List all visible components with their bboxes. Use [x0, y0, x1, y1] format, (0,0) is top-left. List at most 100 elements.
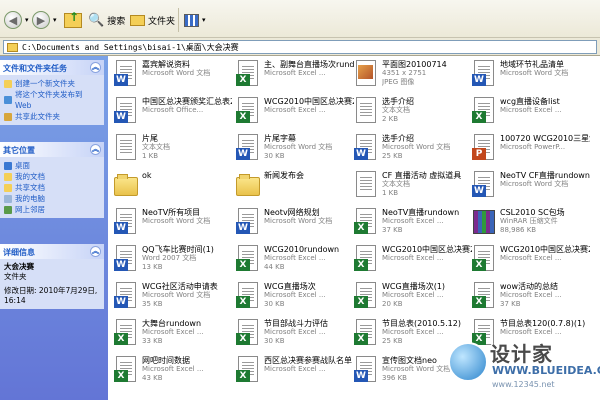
file-item[interactable]: W中国区总决赛颁奖汇总表20100709Microsoft Office...	[114, 97, 232, 127]
collapse-chevron-icon[interactable]: ︽	[90, 62, 101, 73]
file-tasks-panel: 文件和文件夹任务 ︽ 创建一个新文件夹 将这个文件夹发布到 Web 共享此文件夹	[0, 60, 104, 125]
file-item[interactable]: X 西区总决赛参赛战队名单 Microsoft Excel ...	[236, 356, 354, 386]
task-pane: 文件和文件夹任务 ︽ 创建一个新文件夹 将这个文件夹发布到 Web 共享此文件夹…	[0, 56, 108, 400]
file-name: 大舞台rundown	[142, 319, 202, 328]
file-name: NeoTV所有项目	[142, 208, 201, 217]
file-type: Word 2007 文档	[142, 254, 197, 262]
file-item[interactable]: X WCG直播场次(1) Microsoft Excel ... 20 KB	[354, 282, 472, 312]
file-size: 1 KB	[382, 189, 399, 197]
address-field[interactable]: C:\Documents and Settings\bisai-1\桌面\大会决…	[3, 40, 597, 54]
file-item[interactable]: W 地域环节礼品清单 Microsoft Word 文档	[472, 60, 590, 90]
file-item[interactable]: 新闻发布会	[236, 171, 354, 201]
file-name: NeoTV CF直播rundown+直播注意事项	[500, 171, 590, 180]
file-size: 2 KB	[382, 115, 399, 123]
file-item[interactable]: ok	[114, 171, 232, 201]
task-new-folder[interactable]: 创建一个新文件夹	[4, 78, 100, 89]
file-item[interactable]: W WCG社区活动申请表 Microsoft Word 文档 35 KB	[114, 282, 232, 312]
file-name: 网吧时间数据	[142, 356, 190, 365]
forward-button[interactable]: ▶ ▾	[32, 9, 57, 31]
file-meta: 大舞台rundown Microsoft Excel ... 33 KB	[142, 319, 232, 346]
file-item[interactable]: W Neotv网络规划 Microsoft Word 文档	[236, 208, 354, 238]
place-label: 我的电脑	[15, 194, 45, 203]
excel-spreadsheet-icon: X	[236, 245, 260, 273]
up-folder-button[interactable]	[64, 9, 82, 31]
file-item[interactable]: 选手介绍 文本文档 2 KB	[354, 97, 472, 127]
file-type: 文本文档	[382, 106, 410, 114]
file-item[interactable]: X WCG2010rundown Microsoft Excel ... 44 KB	[236, 245, 354, 275]
shared-documents-icon	[4, 183, 12, 192]
file-item[interactable]: 片尾 文本文档 1 KB	[114, 134, 232, 164]
new-folder-icon	[4, 79, 12, 88]
details-header[interactable]: 详细信息 ︽	[0, 244, 104, 259]
back-button[interactable]: ◀ ▾	[4, 9, 29, 31]
file-meta: WCG2010中国区总决赛20100721流程Microsoft Excel .…	[264, 97, 354, 115]
place-shared-documents[interactable]: 共享文档	[4, 182, 100, 193]
file-item[interactable]: WNeoTV CF直播rundown+直播注意事项Microsoft Word …	[472, 171, 590, 201]
file-meta: 平面图20100714 4351 x 2751 JPEG 图像	[382, 60, 472, 87]
file-meta: 选手介绍 Microsoft Word 文档 25 KB	[382, 134, 472, 161]
file-item[interactable]: XWCG2010中国区总决赛20100721流程Microsoft Excel …	[236, 97, 354, 127]
file-item[interactable]: XWCG2010中国区总决赛20100709流程Microsoft Excel …	[472, 245, 590, 275]
file-item[interactable]: CSL2010 SC包场 WinRAR 压缩文件 88,986 KB	[472, 208, 590, 238]
powerpoint-icon: P	[472, 134, 496, 162]
excel-spreadsheet-icon: X	[354, 282, 378, 310]
file-meta: WCG直播场次 Microsoft Excel ... 30 KB	[264, 282, 354, 309]
collapse-chevron-icon[interactable]: ︽	[90, 246, 101, 257]
file-item[interactable]: X NeoTV直播rundown Microsoft Excel ... 37 KB	[354, 208, 472, 238]
collapse-chevron-icon[interactable]: ︽	[90, 144, 101, 155]
word-document-icon: W	[114, 60, 138, 88]
place-desktop[interactable]: 桌面	[4, 160, 100, 171]
file-size: 30 KB	[264, 337, 285, 345]
file-meta: 地域环节礼品清单 Microsoft Word 文档	[500, 60, 590, 78]
file-item[interactable]: 平面图20100714 4351 x 2751 JPEG 图像	[354, 60, 472, 90]
file-item[interactable]: X 网吧时间数据 Microsoft Excel ... 43 KB	[114, 356, 232, 386]
file-name: WCG2010中国区总决赛20100709流程	[500, 245, 590, 254]
file-name: 主、副舞台直播场次rundown	[264, 60, 354, 69]
file-name: 地域环节礼品清单	[500, 60, 564, 69]
file-name: WCG社区活动申请表	[142, 282, 218, 291]
file-item[interactable]: X主、副舞台直播场次rundownMicrosoft Excel ...	[236, 60, 354, 90]
file-name: WCG2010中国区总决赛20100721流程	[264, 97, 354, 106]
file-tasks-header[interactable]: 文件和文件夹任务 ︽	[0, 60, 104, 75]
file-item[interactable]: X 大舞台rundown Microsoft Excel ... 33 KB	[114, 319, 232, 349]
place-my-computer[interactable]: 我的电脑	[4, 193, 100, 204]
file-name: NeoTV直播rundown	[382, 208, 460, 217]
folders-button[interactable]: 文件夹	[130, 9, 175, 31]
file-type: Microsoft Word 文档	[264, 143, 333, 151]
file-meta: wcg直播设备list Microsoft Excel ...	[500, 97, 590, 115]
file-item[interactable]: X 节目部战斗力评估 Microsoft Excel ... 30 KB	[236, 319, 354, 349]
file-item[interactable]: Xwcg直播设备list Microsoft Excel ...	[472, 97, 590, 127]
other-places-header[interactable]: 其它位置 ︽	[0, 142, 104, 157]
file-type: 4351 x 2751	[382, 69, 427, 77]
views-button[interactable]: ▾	[184, 9, 206, 31]
file-item[interactable]: W QQ飞车比赛时间(1) Word 2007 文档 13 KB	[114, 245, 232, 275]
file-name: 节目总表(2010.5.12)	[382, 319, 461, 328]
file-type: Microsoft Excel ...	[264, 254, 326, 262]
file-type: Microsoft Excel ...	[382, 291, 444, 299]
file-size: 37 KB	[500, 300, 521, 308]
address-bar: C:\Documents and Settings\bisai-1\桌面\大会决…	[0, 38, 600, 56]
file-meta: WCG2010中国区总决赛20100709流程Microsoft Excel .…	[500, 245, 590, 263]
file-meta: 主、副舞台直播场次rundownMicrosoft Excel ...	[264, 60, 354, 78]
file-item[interactable]: W 选手介绍 Microsoft Word 文档 25 KB	[354, 134, 472, 164]
watermark-url: www.12345.net	[492, 380, 555, 389]
file-type: Microsoft Excel ...	[142, 365, 204, 373]
file-item[interactable]: XWCG2010中国区总决赛20100707流程Microsoft Excel …	[354, 245, 472, 275]
word-document-icon: W	[236, 134, 260, 162]
task-publish-web[interactable]: 将这个文件夹发布到 Web	[4, 89, 100, 111]
file-size: 33 KB	[142, 337, 163, 345]
file-item[interactable]: Xwow活动的总结 Microsoft Excel ... 37 KB	[472, 282, 590, 312]
search-button[interactable]: 🔍 搜索	[88, 9, 125, 31]
file-item[interactable]: W 嘉宾解说资料 Microsoft Word 文档	[114, 60, 232, 90]
task-share-folder[interactable]: 共享此文件夹	[4, 111, 100, 122]
task-label: 将这个文件夹发布到 Web	[15, 90, 83, 110]
file-item[interactable]: CF 直播活动 虚拟道具 文本文档 1 KB	[354, 171, 472, 201]
file-item[interactable]: X WCG直播场次 Microsoft Excel ... 30 KB	[236, 282, 354, 312]
place-network[interactable]: 网上邻居	[4, 204, 100, 215]
winrar-archive-icon	[472, 208, 496, 236]
file-item[interactable]: W NeoTV所有项目 Microsoft Word 文档	[114, 208, 232, 238]
place-my-documents[interactable]: 我的文档	[4, 171, 100, 182]
file-item[interactable]: W 片尾字幕 Microsoft Word 文档 30 KB	[236, 134, 354, 164]
word-document-icon: W	[354, 356, 378, 384]
file-item[interactable]: P100720 WCG2010三星颁奖领奖时间Microsoft PowerP.…	[472, 134, 590, 164]
